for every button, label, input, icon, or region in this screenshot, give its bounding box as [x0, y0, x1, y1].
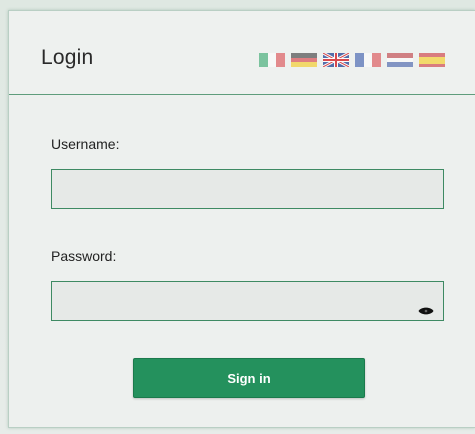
- germany-flag-icon[interactable]: [291, 53, 317, 68]
- page-title: Login: [41, 46, 94, 69]
- username-label: Username:: [51, 136, 120, 152]
- eye-icon[interactable]: [418, 304, 434, 316]
- login-window: Login Username: Password: Sign in: [0, 0, 475, 434]
- spain-flag-icon[interactable]: [419, 53, 445, 67]
- uk-flag-icon[interactable]: [323, 53, 349, 67]
- password-label: Password:: [51, 248, 117, 264]
- password-input[interactable]: [51, 281, 444, 321]
- netherlands-flag-icon[interactable]: [387, 53, 413, 68]
- language-selector: [259, 53, 445, 68]
- italy-flag-icon[interactable]: [259, 53, 286, 67]
- france-flag-icon[interactable]: [355, 53, 382, 67]
- login-panel: Login Username: Password: Sign in: [8, 10, 475, 428]
- username-input[interactable]: [51, 169, 444, 209]
- sign-in-button[interactable]: Sign in: [133, 358, 365, 398]
- login-header: Login: [9, 11, 475, 95]
